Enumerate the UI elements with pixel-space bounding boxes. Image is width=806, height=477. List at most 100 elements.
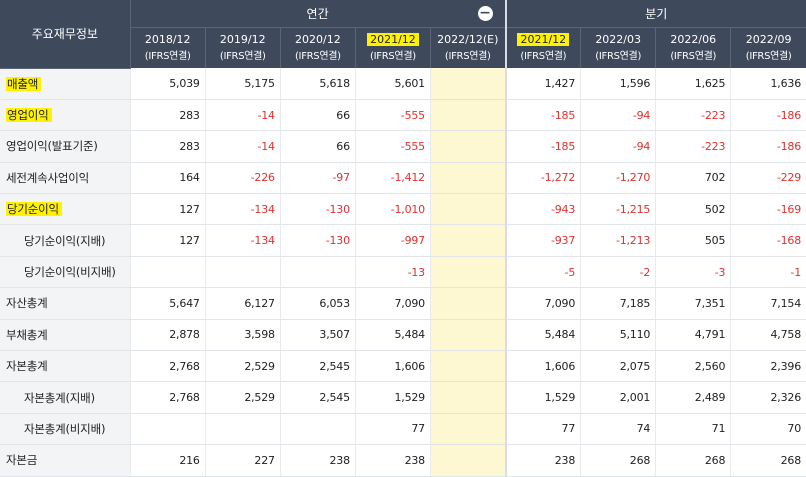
row-label[interactable]: 당기순이익 (0, 193, 131, 226)
row-label-text: 자본금 (6, 453, 38, 468)
row-label[interactable]: 자본총계(지배) (0, 381, 131, 414)
value-cell: 268 (580, 444, 656, 477)
value-cell: 283 (129, 130, 206, 163)
row-label[interactable]: 영업이익(발표기준) (0, 130, 131, 163)
value-cell: 77 (504, 413, 581, 446)
value-cell: 1,606 (504, 350, 581, 383)
value-cell: 216 (129, 444, 206, 477)
value-cell (429, 444, 506, 477)
annual-group-label: 연간 (306, 7, 329, 21)
value-cell: -997 (354, 224, 431, 257)
period-header-1: 2019/12 (IFRS연결) (204, 27, 281, 68)
basis-label: (IFRS연결) (444, 51, 491, 62)
table-row: 당기순이익 127 -134 -130 -1,010 -943 -1,215 502 -169 (0, 193, 806, 226)
row-label-text: 영업이익 (6, 108, 52, 123)
row-label[interactable]: 당기순이익(지배) (0, 224, 131, 257)
period-label: 2022/06 (670, 33, 717, 46)
value-cell: 77 (354, 413, 431, 446)
value-cell: 2,545 (279, 350, 356, 383)
period-label: 2021/12 (517, 33, 570, 46)
value-cell: 505 (655, 224, 731, 257)
value-cell: 2,489 (655, 381, 731, 414)
period-label: 2019/12 (219, 33, 266, 46)
table-row: 매출액 5,039 5,175 5,618 5,601 1,427 1,596 1,625 1,… (0, 68, 806, 100)
value-cell: -1,213 (580, 224, 656, 257)
value-cell: -223 (655, 130, 731, 163)
period-label: 2021/12 (367, 33, 419, 46)
period-label: 2018/12 (144, 33, 191, 46)
value-cell: 5,175 (204, 68, 281, 100)
value-cell (429, 162, 506, 195)
value-cell: 5,618 (279, 68, 356, 100)
minus-circle-icon[interactable]: − (477, 6, 493, 21)
value-cell: 66 (279, 130, 356, 163)
row-label[interactable]: 매출액 (0, 68, 131, 100)
value-cell: 2,326 (730, 381, 806, 414)
value-cell (129, 413, 206, 446)
basis-label: (IFRS연결) (219, 51, 266, 62)
value-cell: 2,001 (580, 381, 656, 414)
period-header-0: 2018/12 (IFRS연결) (129, 27, 206, 68)
value-cell: 5,039 (129, 68, 206, 100)
value-cell: -226 (204, 162, 281, 195)
value-cell: 1,625 (655, 68, 731, 100)
row-label-text: 자본총계 (6, 359, 48, 374)
value-cell: 227 (204, 444, 281, 477)
row-label-text: 당기순이익(비지배) (24, 265, 116, 280)
value-cell: -185 (504, 99, 581, 132)
row-label[interactable]: 자본총계(비지배) (0, 413, 131, 446)
value-cell: 238 (504, 444, 581, 477)
value-cell: 6,127 (204, 287, 281, 320)
row-label-text: 부채총계 (6, 327, 48, 342)
table-row: 영업이익 283 -14 66 -555 -185 -94 -223 -186 (0, 99, 806, 132)
table-row: 세전계속사업이익 164 -226 -97 -1,412 -1,272 -1,270 702-… (0, 162, 806, 195)
value-cell: 1,427 (504, 68, 581, 100)
value-cell: 5,647 (129, 287, 206, 320)
basis-label: (IFRS연결) (294, 51, 341, 62)
value-cell: 4,791 (655, 319, 731, 352)
value-cell: -14 (204, 99, 281, 132)
value-cell: 2,529 (204, 350, 281, 383)
table-row: 영업이익(발표기준) 283 -14 66 -555 -185 -94 -223 -186 (0, 130, 806, 163)
value-cell: -186 (730, 99, 806, 132)
row-label[interactable]: 당기순이익(비지배) (0, 256, 131, 289)
value-cell: -229 (730, 162, 806, 195)
value-cell: 5,484 (354, 319, 431, 352)
row-label[interactable]: 부채총계 (0, 319, 131, 352)
table-row: 부채총계 2,878 3,598 3,507 5,484 5,484 5,110 4,791 4… (0, 319, 806, 352)
value-cell: 164 (129, 162, 206, 195)
period-header-8: 2022/09 (IFRS연결) (730, 27, 806, 68)
row-label[interactable]: 세전계속사업이익 (0, 162, 131, 195)
value-cell: -1,010 (354, 193, 431, 226)
period-label: 2020/12 (295, 33, 341, 46)
value-cell: -1,215 (580, 193, 656, 226)
row-label[interactable]: 영업이익 (0, 99, 131, 132)
period-header-6: 2022/03 (IFRS연결) (580, 27, 656, 68)
value-cell (429, 224, 506, 257)
value-cell: 3,598 (204, 319, 281, 352)
row-label-text: 당기순이익(지배) (24, 233, 106, 248)
value-cell: 4,758 (730, 319, 806, 352)
value-cell (429, 99, 506, 132)
row-label[interactable]: 자본금 (0, 444, 131, 477)
value-cell: -1,272 (504, 162, 581, 195)
value-cell: -169 (730, 193, 806, 226)
value-cell: -97 (279, 162, 356, 195)
value-cell: 2,529 (204, 381, 281, 414)
value-cell: -555 (354, 99, 431, 132)
value-cell: 66 (279, 99, 356, 132)
value-cell: -1,412 (354, 162, 431, 195)
value-cell: 5,484 (504, 319, 581, 352)
value-cell (429, 350, 506, 383)
value-cell (429, 193, 506, 226)
value-cell: 2,768 (129, 350, 206, 383)
value-cell: 5,601 (354, 68, 431, 100)
basis-label: (IFRS연결) (595, 51, 642, 62)
row-label-text: 자본총계(지배) (24, 390, 95, 405)
value-cell: 2,768 (129, 381, 206, 414)
value-cell: -223 (655, 99, 731, 132)
row-label[interactable]: 자산총계 (0, 287, 131, 320)
value-cell: 2,075 (580, 350, 656, 383)
row-label[interactable]: 자본총계 (0, 350, 131, 383)
row-label-text: 자본총계(비지배) (24, 421, 106, 436)
